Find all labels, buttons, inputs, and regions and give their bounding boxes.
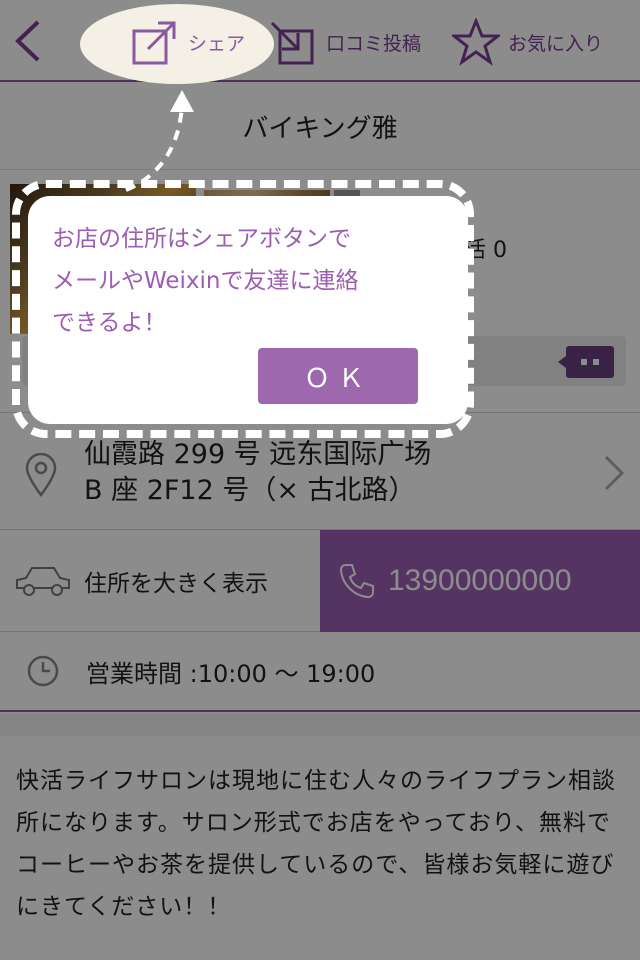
tip-message: お店の住所はシェアボタンで メールやWeixinで友達に連絡 できるよ！ (52, 226, 359, 336)
share-label: シェア (188, 32, 246, 55)
tip-dialog: お店の住所はシェアボタンで メールやWeixinで友達に連絡 できるよ！ ＯＫ (28, 196, 468, 424)
share-button-highlighted[interactable]: シェア (130, 14, 245, 70)
ok-button[interactable]: ＯＫ (258, 348, 418, 404)
dim-overlay[interactable] (0, 0, 640, 960)
share-icon (132, 21, 176, 65)
